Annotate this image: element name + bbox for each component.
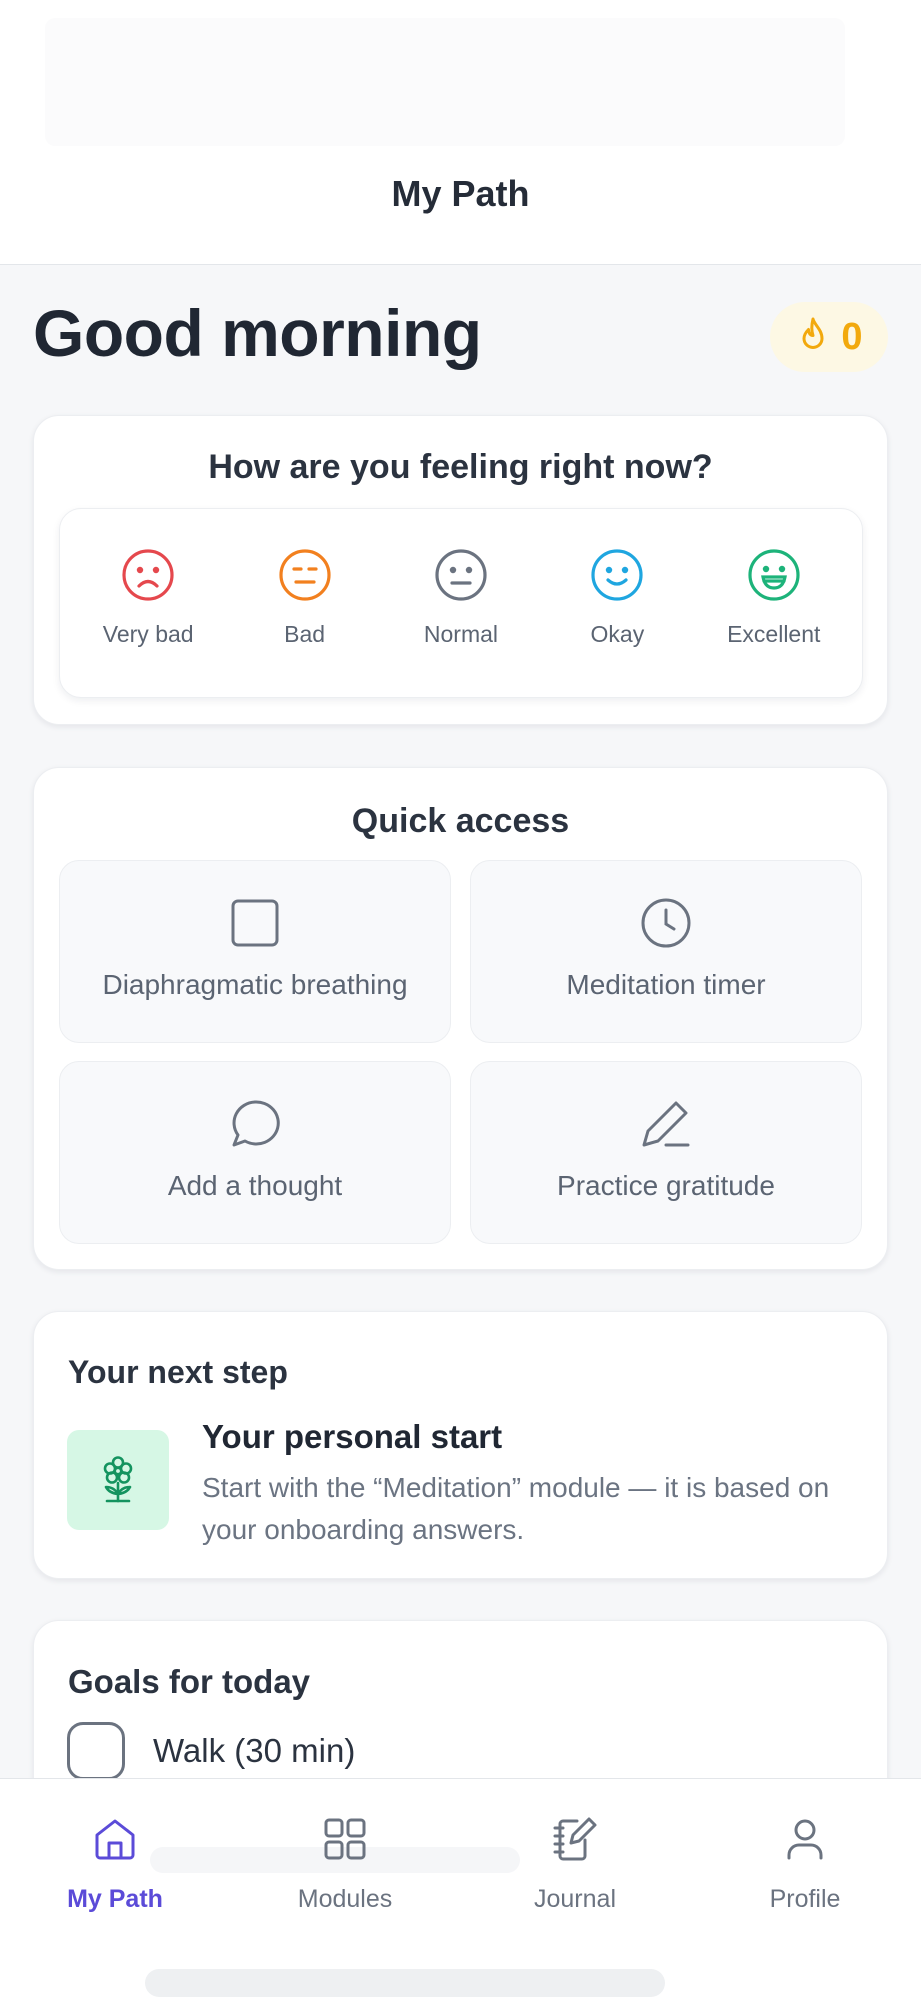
quick-tile-gratitude[interactable]: Practice gratitude (470, 1061, 862, 1244)
user-icon (787, 1819, 823, 1860)
grid-icon (324, 1818, 366, 1860)
greeting-heading: Good morning (33, 296, 482, 370)
quick-tile-label: Add a thought (167, 1170, 343, 1201)
mood-label: Okay (590, 621, 645, 647)
mood-option-excellent[interactable]: Excellent (699, 547, 849, 648)
quick-tile-label: Practice gratitude (557, 1170, 775, 1201)
goal-label: Walk (30 min) (153, 1732, 356, 1769)
quick-tile-add-thought[interactable]: Add a thought (59, 1061, 451, 1244)
nav-item-my-path[interactable]: My Path (30, 1815, 200, 1914)
nav-item-profile[interactable]: Profile (720, 1815, 890, 1914)
pencil-icon (642, 1101, 690, 1147)
chat-bubble-icon (232, 1100, 280, 1147)
frown-face-icon (122, 549, 174, 601)
mood-label: Very bad (102, 621, 194, 647)
quick-access-card: Quick access Diaphragmatic breathing Med… (33, 767, 888, 1270)
mood-option-bad[interactable]: Bad (230, 547, 380, 648)
next-step-card[interactable]: Your next step Your personal start Start… (33, 1311, 888, 1579)
mood-label: Bad (284, 621, 326, 647)
quick-tile-label: Diaphragmatic breathing (102, 969, 408, 1000)
quick-access-title: Quick access (351, 802, 570, 840)
quick-tile-breathing[interactable]: Diaphragmatic breathing (59, 860, 451, 1043)
mood-options: Very bad Bad Normal Okay Excellent (59, 508, 863, 698)
mood-label: Excellent (727, 621, 821, 647)
nav-item-journal[interactable]: Journal (490, 1815, 660, 1914)
mood-question: How are you feeling right now? (208, 448, 713, 486)
status-bar-content (45, 18, 845, 146)
quick-tile-meditation-timer[interactable]: Meditation timer (470, 860, 862, 1043)
mood-option-very-bad[interactable]: Very bad (73, 547, 223, 648)
home-indicator (145, 1969, 665, 1997)
goal-checkbox[interactable] (67, 1722, 125, 1780)
home-icon (95, 1819, 135, 1860)
neutral-face-icon (435, 549, 487, 601)
next-step-heading: Your next step (68, 1354, 288, 1390)
mood-option-normal[interactable]: Normal (386, 547, 536, 648)
flower-icon (103, 1456, 133, 1503)
bottom-navigation: My Path Modules Journal Profile (0, 1778, 921, 2000)
mood-option-okay[interactable]: Okay (542, 547, 692, 648)
nav-label: Journal (534, 1885, 616, 1913)
smile-face-icon (591, 549, 643, 601)
streak-count: 0 (841, 315, 863, 358)
next-step-icon-box (67, 1430, 169, 1530)
mood-check-card: How are you feeling right now? Very bad … (33, 415, 888, 725)
next-step-description: Start with the “Meditation” module — it … (202, 1472, 830, 1545)
goals-heading: Goals for today (68, 1663, 311, 1700)
nav-label: Modules (297, 1885, 393, 1913)
clock-icon (641, 898, 691, 948)
grin-face-icon (748, 549, 800, 601)
status-bar (0, 0, 921, 170)
next-step-title: Your personal start (202, 1418, 503, 1455)
page-title: My Path (391, 173, 530, 214)
nav-label: My Path (67, 1885, 163, 1913)
goal-item[interactable]: Walk (30 min) (67, 1722, 355, 1780)
uneasy-face-icon (278, 549, 331, 601)
nav-item-modules[interactable]: Modules (260, 1815, 430, 1914)
streak-badge[interactable]: 0 (770, 302, 888, 372)
journal-icon (553, 1817, 597, 1861)
nav-label: Profile (769, 1885, 841, 1913)
top-header: My Path (0, 150, 921, 265)
square-icon (231, 899, 279, 947)
flame-icon (802, 317, 824, 349)
mood-label: Normal (423, 621, 499, 647)
quick-tile-label: Meditation timer (566, 969, 766, 1000)
